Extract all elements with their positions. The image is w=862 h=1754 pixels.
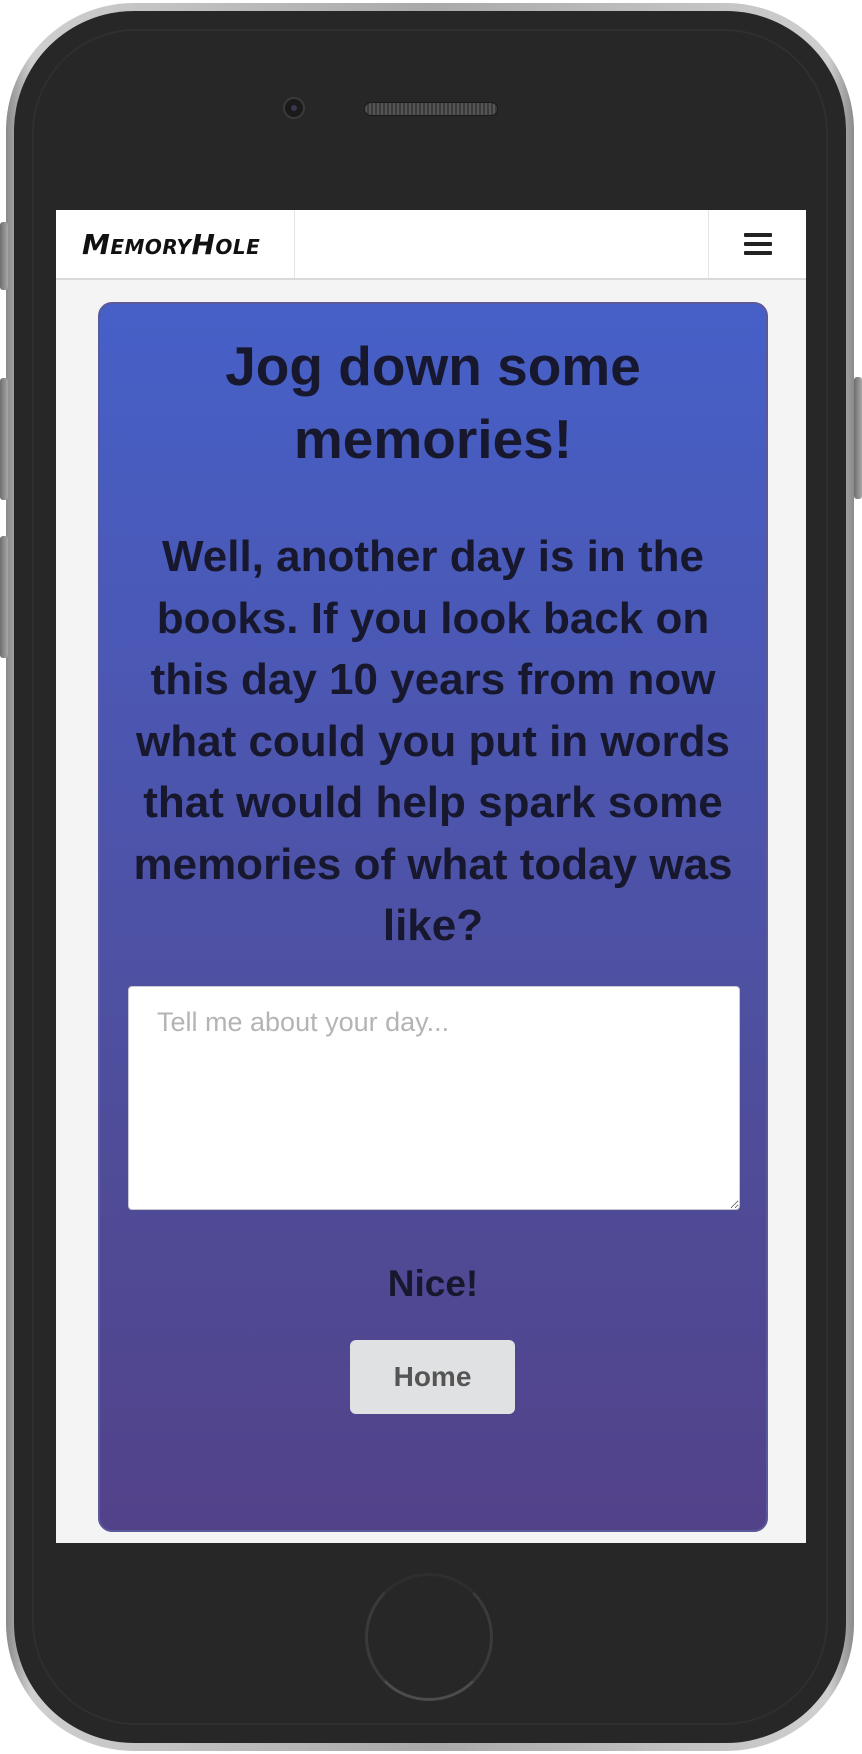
- app-screen: MemoryHole Jog down some memories! Well,…: [56, 210, 806, 1543]
- front-camera: [283, 97, 305, 119]
- page-title: Jog down some memories!: [225, 335, 641, 470]
- brand-logo[interactable]: MemoryHole: [56, 210, 295, 278]
- volume-up-button: [0, 378, 8, 500]
- home-button[interactable]: Home: [350, 1340, 515, 1414]
- journal-card: Jog down some memories! Well, another da…: [98, 302, 768, 1532]
- menu-button[interactable]: [708, 210, 806, 278]
- journal-entry-textarea[interactable]: [128, 986, 740, 1210]
- volume-down-button: [0, 536, 8, 658]
- mute-switch: [0, 222, 8, 290]
- power-button: [854, 377, 862, 499]
- status-message: Nice!: [387, 1263, 479, 1304]
- home-hardware-button[interactable]: [365, 1573, 493, 1701]
- hamburger-menu-icon: [743, 233, 772, 255]
- top-navbar: MemoryHole: [56, 210, 806, 280]
- journal-prompt: Well, another day is in the books. If yo…: [133, 532, 733, 950]
- earpiece-speaker: [364, 102, 498, 116]
